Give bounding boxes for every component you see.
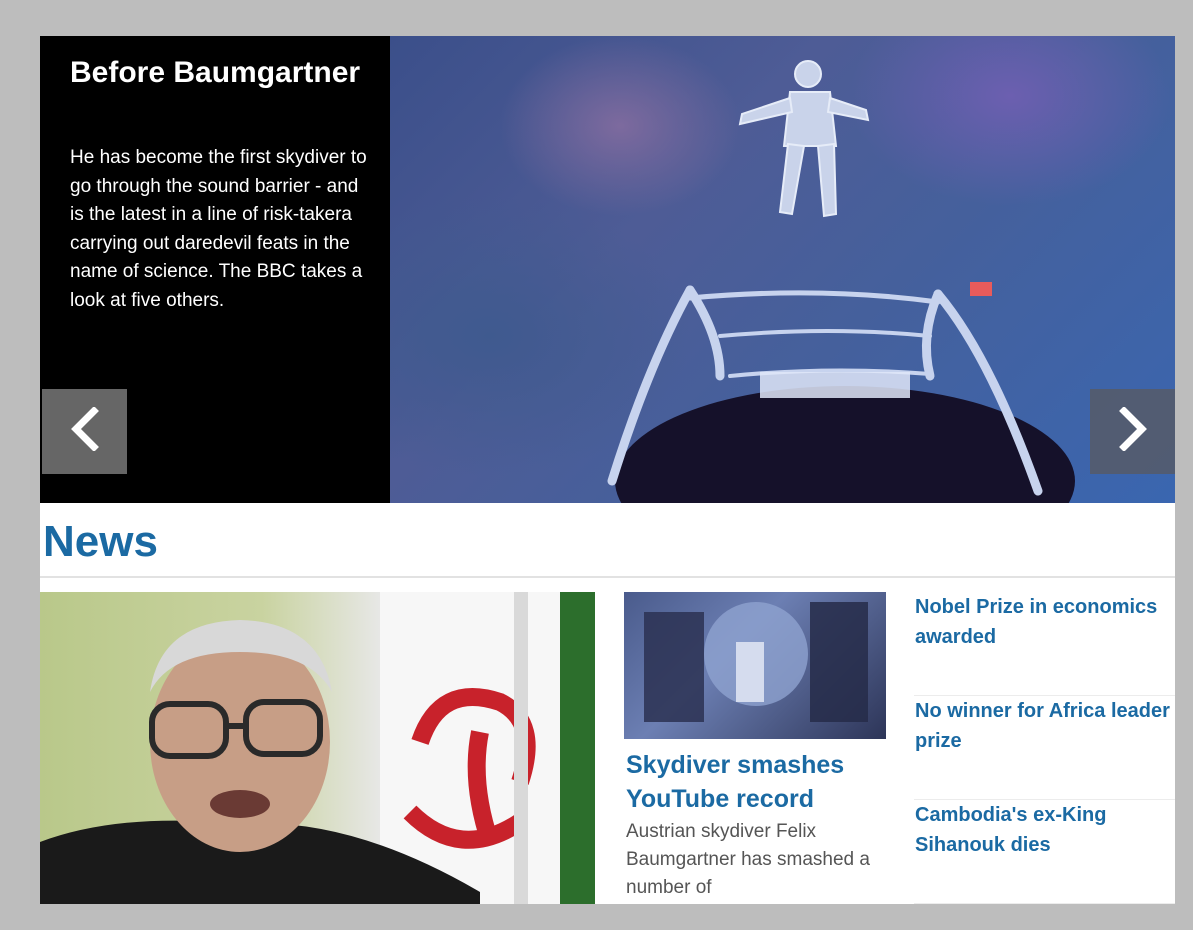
story-thumbnail[interactable] bbox=[624, 592, 886, 739]
hero-carousel: Before Baumgartner He has become the fir… bbox=[40, 36, 1175, 503]
capsule-door bbox=[760, 372, 910, 398]
headline-link[interactable]: No winner for Africa leader prize bbox=[915, 696, 1175, 756]
flag-stripe bbox=[514, 592, 528, 904]
lead-story-image[interactable] bbox=[40, 592, 595, 904]
skydiver-figure bbox=[738, 60, 870, 218]
chevron-left-icon bbox=[68, 406, 102, 456]
chevron-right-icon bbox=[1116, 406, 1150, 456]
list-item: No winner for Africa leader prize bbox=[914, 696, 1175, 800]
lead-story-headline[interactable]: Skydiver smashes YouTube record bbox=[626, 748, 896, 816]
page-frame: Before Baumgartner He has become the fir… bbox=[40, 36, 1175, 904]
hero-description: He has become the first skydiver to go t… bbox=[70, 147, 367, 311]
news-section-title[interactable]: News bbox=[43, 516, 158, 568]
list-item: Cambodia's ex-King Sihanouk dies bbox=[914, 800, 1175, 904]
hero-illustration bbox=[607, 60, 1075, 503]
story-thumbnail-illustration bbox=[644, 602, 868, 722]
lead-story-summary: Austrian skydiver Felix Baumgartner has … bbox=[626, 821, 870, 898]
flag-pole bbox=[560, 592, 595, 904]
news-divider bbox=[40, 576, 1175, 578]
carousel-prev-button[interactable] bbox=[42, 389, 127, 474]
lead-illustration bbox=[40, 592, 595, 904]
carousel-next-button[interactable] bbox=[1090, 389, 1175, 474]
hero-image-skydiver-capsule[interactable] bbox=[390, 36, 1175, 503]
list-item: Nobel Prize in economics awarded bbox=[914, 592, 1175, 696]
headline-link[interactable]: Cambodia's ex-King Sihanouk dies bbox=[915, 800, 1175, 860]
headline-list: Nobel Prize in economics awarded No winn… bbox=[914, 592, 1175, 904]
flag-marker bbox=[970, 282, 992, 296]
headline-link[interactable]: Nobel Prize in economics awarded bbox=[915, 592, 1175, 652]
hero-title[interactable]: Before Baumgartner bbox=[70, 56, 370, 90]
